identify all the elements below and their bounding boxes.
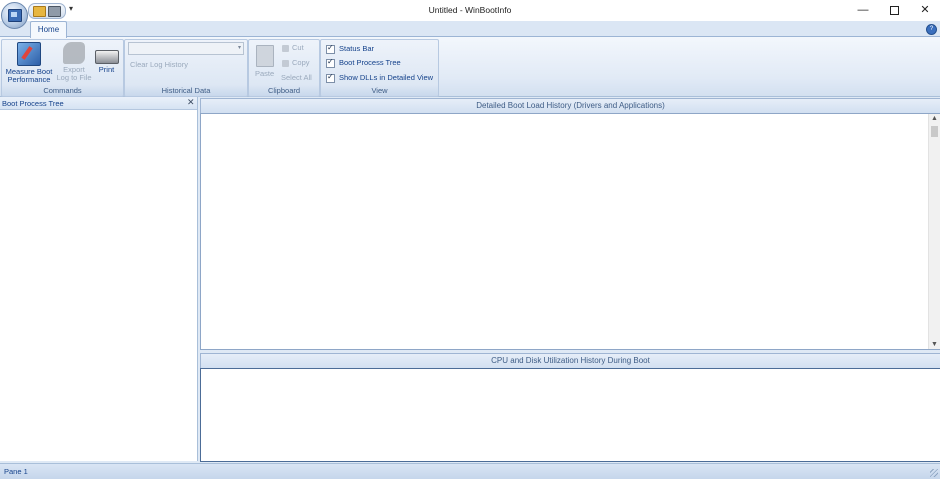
- app-menu-icon: [8, 9, 22, 22]
- minimize-icon: —: [857, 4, 869, 16]
- history-combo[interactable]: ▾: [128, 42, 244, 55]
- printer-icon: [94, 50, 119, 64]
- print-label: Print: [98, 65, 115, 74]
- app-menu-button[interactable]: [1, 2, 28, 29]
- detail-pane-header: Detailed Boot Load History (Drivers and …: [200, 98, 940, 114]
- boot-process-tree-pane: Boot Process Tree ✕: [0, 97, 198, 461]
- vertical-scrollbar[interactable]: ▲ ▼: [928, 114, 940, 349]
- measure-boot-icon: [17, 42, 41, 66]
- cut-button[interactable]: Cut: [282, 43, 304, 52]
- paste-icon[interactable]: [256, 45, 274, 67]
- scroll-up-icon[interactable]: ▲: [931, 115, 938, 122]
- resize-grip-icon[interactable]: [930, 469, 938, 477]
- show-dlls-checkbox[interactable]: [326, 72, 335, 83]
- maximize-button[interactable]: [879, 0, 909, 21]
- scroll-thumb[interactable]: [931, 126, 938, 137]
- status-bar-label: Status Bar: [339, 44, 375, 53]
- status-bar: Pane 1: [0, 463, 940, 479]
- help-icon[interactable]: ?: [926, 24, 937, 35]
- group-view: Status Bar Boot Process Tree Show DLLs i…: [320, 39, 439, 97]
- export-label-2: Log to File: [56, 73, 92, 82]
- window-title: Untitled - WinBootInfo: [428, 5, 512, 15]
- open-folder-icon[interactable]: [33, 6, 46, 17]
- print-button[interactable]: Print: [94, 42, 119, 74]
- status-bar-toggle[interactable]: Status Bar: [326, 43, 375, 54]
- cut-label: Cut: [292, 43, 304, 52]
- copy-label: Copy: [292, 58, 310, 67]
- status-text: Pane 1: [4, 467, 28, 476]
- boot-process-tree-header: Boot Process Tree ✕: [0, 97, 197, 110]
- close-icon: ✕: [920, 4, 930, 16]
- boot-process-tree-toggle[interactable]: Boot Process Tree: [326, 57, 401, 68]
- measure-label-2: Performance: [7, 75, 51, 84]
- group-clipboard: Paste Cut Copy Select All Clipboard: [248, 39, 320, 97]
- cpu-pane-header: CPU and Disk Utilization History During …: [200, 353, 940, 369]
- export-icon: [63, 42, 85, 64]
- boot-process-tree-checkbox[interactable]: [326, 57, 335, 68]
- measure-boot-button[interactable]: Measure Boot Performance: [5, 42, 53, 84]
- ribbon-tab-strip: [0, 21, 940, 36]
- show-dlls-label: Show DLLs in Detailed View: [339, 73, 434, 82]
- group-historical-data: ▾ Clear Log History Historical Data: [124, 39, 248, 97]
- customize-qat-button[interactable]: ▾: [69, 4, 73, 13]
- clear-log-history-button[interactable]: Clear Log History: [130, 60, 188, 69]
- group-label-view: View: [371, 86, 388, 95]
- scissors-icon: [282, 44, 289, 52]
- close-pane-icon[interactable]: ✕: [187, 97, 195, 108]
- close-button[interactable]: ✕: [910, 0, 940, 21]
- group-commands: Measure Boot Performance Export Log to F…: [1, 39, 124, 97]
- show-dlls-toggle[interactable]: Show DLLs in Detailed View: [326, 72, 434, 83]
- maximize-icon: [889, 5, 899, 15]
- tab-home[interactable]: Home: [30, 21, 67, 38]
- printer-icon[interactable]: [48, 6, 61, 17]
- ribbon: Measure Boot Performance Export Log to F…: [0, 36, 940, 97]
- cpu-disk-graph-area: [200, 368, 940, 462]
- boot-process-tree-title: Boot Process Tree: [2, 99, 64, 108]
- quick-access-toolbar: [28, 3, 66, 19]
- copy-icon: [282, 59, 289, 67]
- export-log-button[interactable]: Export Log to File: [54, 42, 94, 82]
- status-bar-checkbox[interactable]: [326, 43, 335, 54]
- minimize-button[interactable]: —: [848, 0, 878, 21]
- select-all-button[interactable]: Select All: [281, 73, 312, 82]
- group-label-commands: Commands: [43, 86, 82, 95]
- group-label-historical: Historical Data: [161, 86, 211, 95]
- boot-process-tree-label: Boot Process Tree: [339, 58, 401, 67]
- group-label-clipboard: Clipboard: [267, 86, 301, 95]
- chevron-down-icon: ▾: [237, 45, 241, 51]
- copy-button[interactable]: Copy: [282, 58, 310, 67]
- title-bar: Untitled - WinBootInfo — ✕: [0, 0, 940, 21]
- detail-pane-list[interactable]: ▲ ▼: [200, 113, 940, 350]
- scroll-down-icon[interactable]: ▼: [931, 341, 938, 348]
- paste-button[interactable]: Paste: [255, 69, 274, 78]
